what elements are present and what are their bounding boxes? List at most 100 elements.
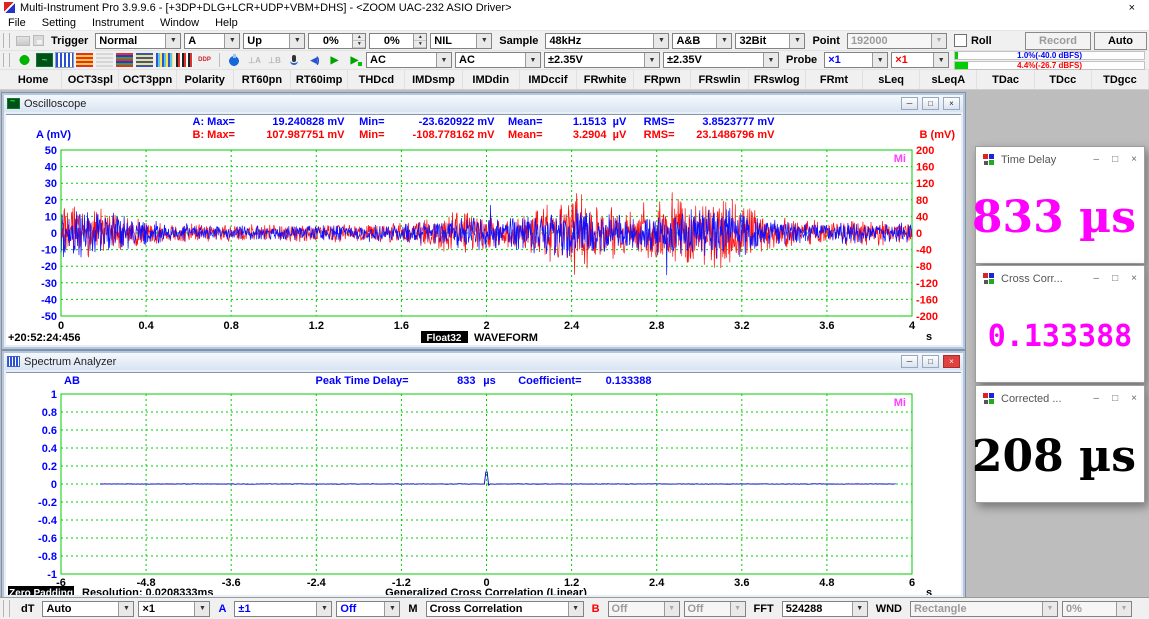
coupling-a-select[interactable]: AC▼ <box>366 52 452 68</box>
dropdown-arrow-icon[interactable]: ▼ <box>664 602 679 616</box>
trigger-delay-spinner[interactable]: 0%▲▼ <box>369 33 427 49</box>
panel-minimize-button[interactable]: – <box>1094 273 1100 284</box>
dropdown-arrow-icon[interactable]: ▼ <box>1042 602 1057 616</box>
run-icon[interactable] <box>326 53 343 67</box>
menu-setting[interactable]: Setting <box>34 17 84 29</box>
tab-tdcc[interactable]: TDcc <box>1035 70 1092 89</box>
dropdown-arrow-icon[interactable]: ▼ <box>436 53 451 67</box>
dropdown-arrow-icon[interactable]: ▼ <box>653 34 668 48</box>
roll-checkbox[interactable]: Roll <box>950 34 996 47</box>
dropdown-arrow-icon[interactable]: ▼ <box>118 602 133 616</box>
oscilloscope-restore-button[interactable]: □ <box>922 97 939 110</box>
panel-close-button[interactable]: × <box>1131 273 1137 284</box>
checkbox-box[interactable] <box>954 34 967 47</box>
data-logger-icon[interactable] <box>116 53 133 67</box>
close-button[interactable]: × <box>1119 2 1145 14</box>
spinner-up-icon[interactable]: ▲ <box>414 34 426 41</box>
tab-frswlin[interactable]: FRswlin <box>691 70 748 89</box>
waterfall-icon[interactable] <box>156 53 173 67</box>
tab-imdccif[interactable]: IMDccif <box>520 70 577 89</box>
vibrometer-icon[interactable] <box>176 53 193 67</box>
dropdown-arrow-icon[interactable]: ▼ <box>716 34 731 48</box>
spectrogram-icon[interactable] <box>136 53 153 67</box>
dropdown-arrow-icon[interactable]: ▼ <box>316 602 331 616</box>
oscilloscope-plot[interactable]: 50403020100-10-20-30-40-5020016012080400… <box>6 144 961 344</box>
run-stop-icon[interactable] <box>16 53 33 67</box>
dropdown-arrow-icon[interactable]: ▼ <box>933 53 948 67</box>
dropdown-arrow-icon[interactable]: ▼ <box>384 602 399 616</box>
spectrum-analyzer-titlebar[interactable]: Spectrum Analyzer ─ □ × <box>4 353 963 370</box>
dropdown-arrow-icon[interactable]: ▼ <box>525 53 540 67</box>
sweep-multiplier-select[interactable]: ×1▼ <box>138 601 210 617</box>
probe-b-select[interactable]: ×1▼ <box>891 52 949 68</box>
toolbar-grip[interactable] <box>3 33 10 48</box>
bit-depth-select[interactable]: 32Bit▼ <box>735 33 805 49</box>
tab-rt60pn[interactable]: RT60pn <box>234 70 291 89</box>
spinner-up-icon[interactable]: ▲ <box>353 34 365 41</box>
tab-sleq[interactable]: sLeq <box>863 70 920 89</box>
dropdown-arrow-icon[interactable]: ▼ <box>789 34 804 48</box>
range-b-select[interactable]: ±2.35V▼ <box>663 52 779 68</box>
dropdown-arrow-icon[interactable]: ▼ <box>568 602 583 616</box>
panel-corrected-time-delay-titlebar[interactable]: Corrected ...–□× <box>976 386 1144 411</box>
spectrum-analyzer-icon[interactable] <box>56 53 73 67</box>
math-function-select[interactable]: Cross Correlation▼ <box>426 601 584 617</box>
panel-minimize-button[interactable]: – <box>1094 393 1100 404</box>
dropdown-arrow-icon[interactable]: ▼ <box>165 34 180 48</box>
tab-tdac[interactable]: TDac <box>977 70 1034 89</box>
tab-sleqa[interactable]: sLeqA <box>920 70 977 89</box>
menu-help[interactable]: Help <box>207 17 246 29</box>
channel-a-range-select[interactable]: ±1▼ <box>234 601 332 617</box>
tab-oct3ppn[interactable]: OCT3ppn <box>119 70 176 89</box>
toolbar-grip[interactable] <box>3 600 10 617</box>
output-device-icon[interactable] <box>306 53 323 67</box>
spectrum-plot[interactable]: 10.80.60.40.20-0.2-0.4-0.6-0.8-1-6-4.8-3… <box>6 390 961 595</box>
tab-imddin[interactable]: IMDdin <box>463 70 520 89</box>
dropdown-arrow-icon[interactable]: ▼ <box>763 53 778 67</box>
coupling-b-select[interactable]: AC▼ <box>455 52 541 68</box>
spectrum-restore-button[interactable]: □ <box>922 355 939 368</box>
oscilloscope-close-button[interactable]: × <box>943 97 960 110</box>
tab-imdsmp[interactable]: IMDsmp <box>405 70 462 89</box>
tab-oct3spl[interactable]: OCT3spl <box>62 70 119 89</box>
dropdown-arrow-icon[interactable]: ▼ <box>852 602 867 616</box>
tab-thdcd[interactable]: THDcd <box>348 70 405 89</box>
trigger-mode-select[interactable]: Normal▼ <box>95 33 181 49</box>
panel-close-button[interactable]: × <box>1131 154 1137 165</box>
panel-minimize-button[interactable]: – <box>1094 154 1100 165</box>
tab-polarity[interactable]: Polarity <box>177 70 234 89</box>
spinner-down-icon[interactable]: ▼ <box>353 41 365 48</box>
spectrum-close-button[interactable]: × <box>943 355 960 368</box>
dropdown-arrow-icon[interactable]: ▼ <box>224 34 239 48</box>
tab-frmt[interactable]: FRmt <box>806 70 863 89</box>
sweep-time-select[interactable]: Auto▼ <box>42 601 134 617</box>
menu-window[interactable]: Window <box>152 17 207 29</box>
panel-time-delay-titlebar[interactable]: Time Delay–□× <box>976 147 1144 172</box>
panel-maximize-button[interactable]: □ <box>1112 273 1118 284</box>
tab-tdgcc[interactable]: TDgcc <box>1092 70 1149 89</box>
menu-file[interactable]: File <box>0 17 34 29</box>
dropdown-arrow-icon[interactable]: ▼ <box>476 34 491 48</box>
oscilloscope-minimize-button[interactable]: ─ <box>901 97 918 110</box>
trigger-source-select[interactable]: A▼ <box>184 33 240 49</box>
tab-frswlog[interactable]: FRswlog <box>749 70 806 89</box>
fft-size-select[interactable]: 524288▼ <box>782 601 868 617</box>
toolbar-grip[interactable] <box>3 53 10 67</box>
trigger-level-spinner[interactable]: 0%▲▼ <box>308 33 366 49</box>
auto-button[interactable]: Auto <box>1094 32 1147 50</box>
range-a-select[interactable]: ±2.35V▼ <box>544 52 660 68</box>
panel-maximize-button[interactable]: □ <box>1112 393 1118 404</box>
menu-instrument[interactable]: Instrument <box>84 17 152 29</box>
tab-frwhite[interactable]: FRwhite <box>577 70 634 89</box>
dropdown-arrow-icon[interactable]: ▼ <box>872 53 887 67</box>
run-single-icon[interactable] <box>346 53 363 67</box>
tab-frpwn[interactable]: FRpwn <box>634 70 691 89</box>
panel-close-button[interactable]: × <box>1131 393 1137 404</box>
dropdown-arrow-icon[interactable]: ▼ <box>644 53 659 67</box>
spectrum-minimize-button[interactable]: ─ <box>901 355 918 368</box>
oscilloscope-titlebar[interactable]: Oscilloscope ─ □ × <box>4 95 963 112</box>
signal-generator-icon[interactable] <box>226 53 243 67</box>
titlebar[interactable]: Multi-Instrument Pro 3.9.9.6 - [+3DP+DLG… <box>0 0 1149 15</box>
trigger-hpf-select[interactable]: NIL▼ <box>430 33 492 49</box>
dropdown-arrow-icon[interactable]: ▼ <box>931 34 946 48</box>
